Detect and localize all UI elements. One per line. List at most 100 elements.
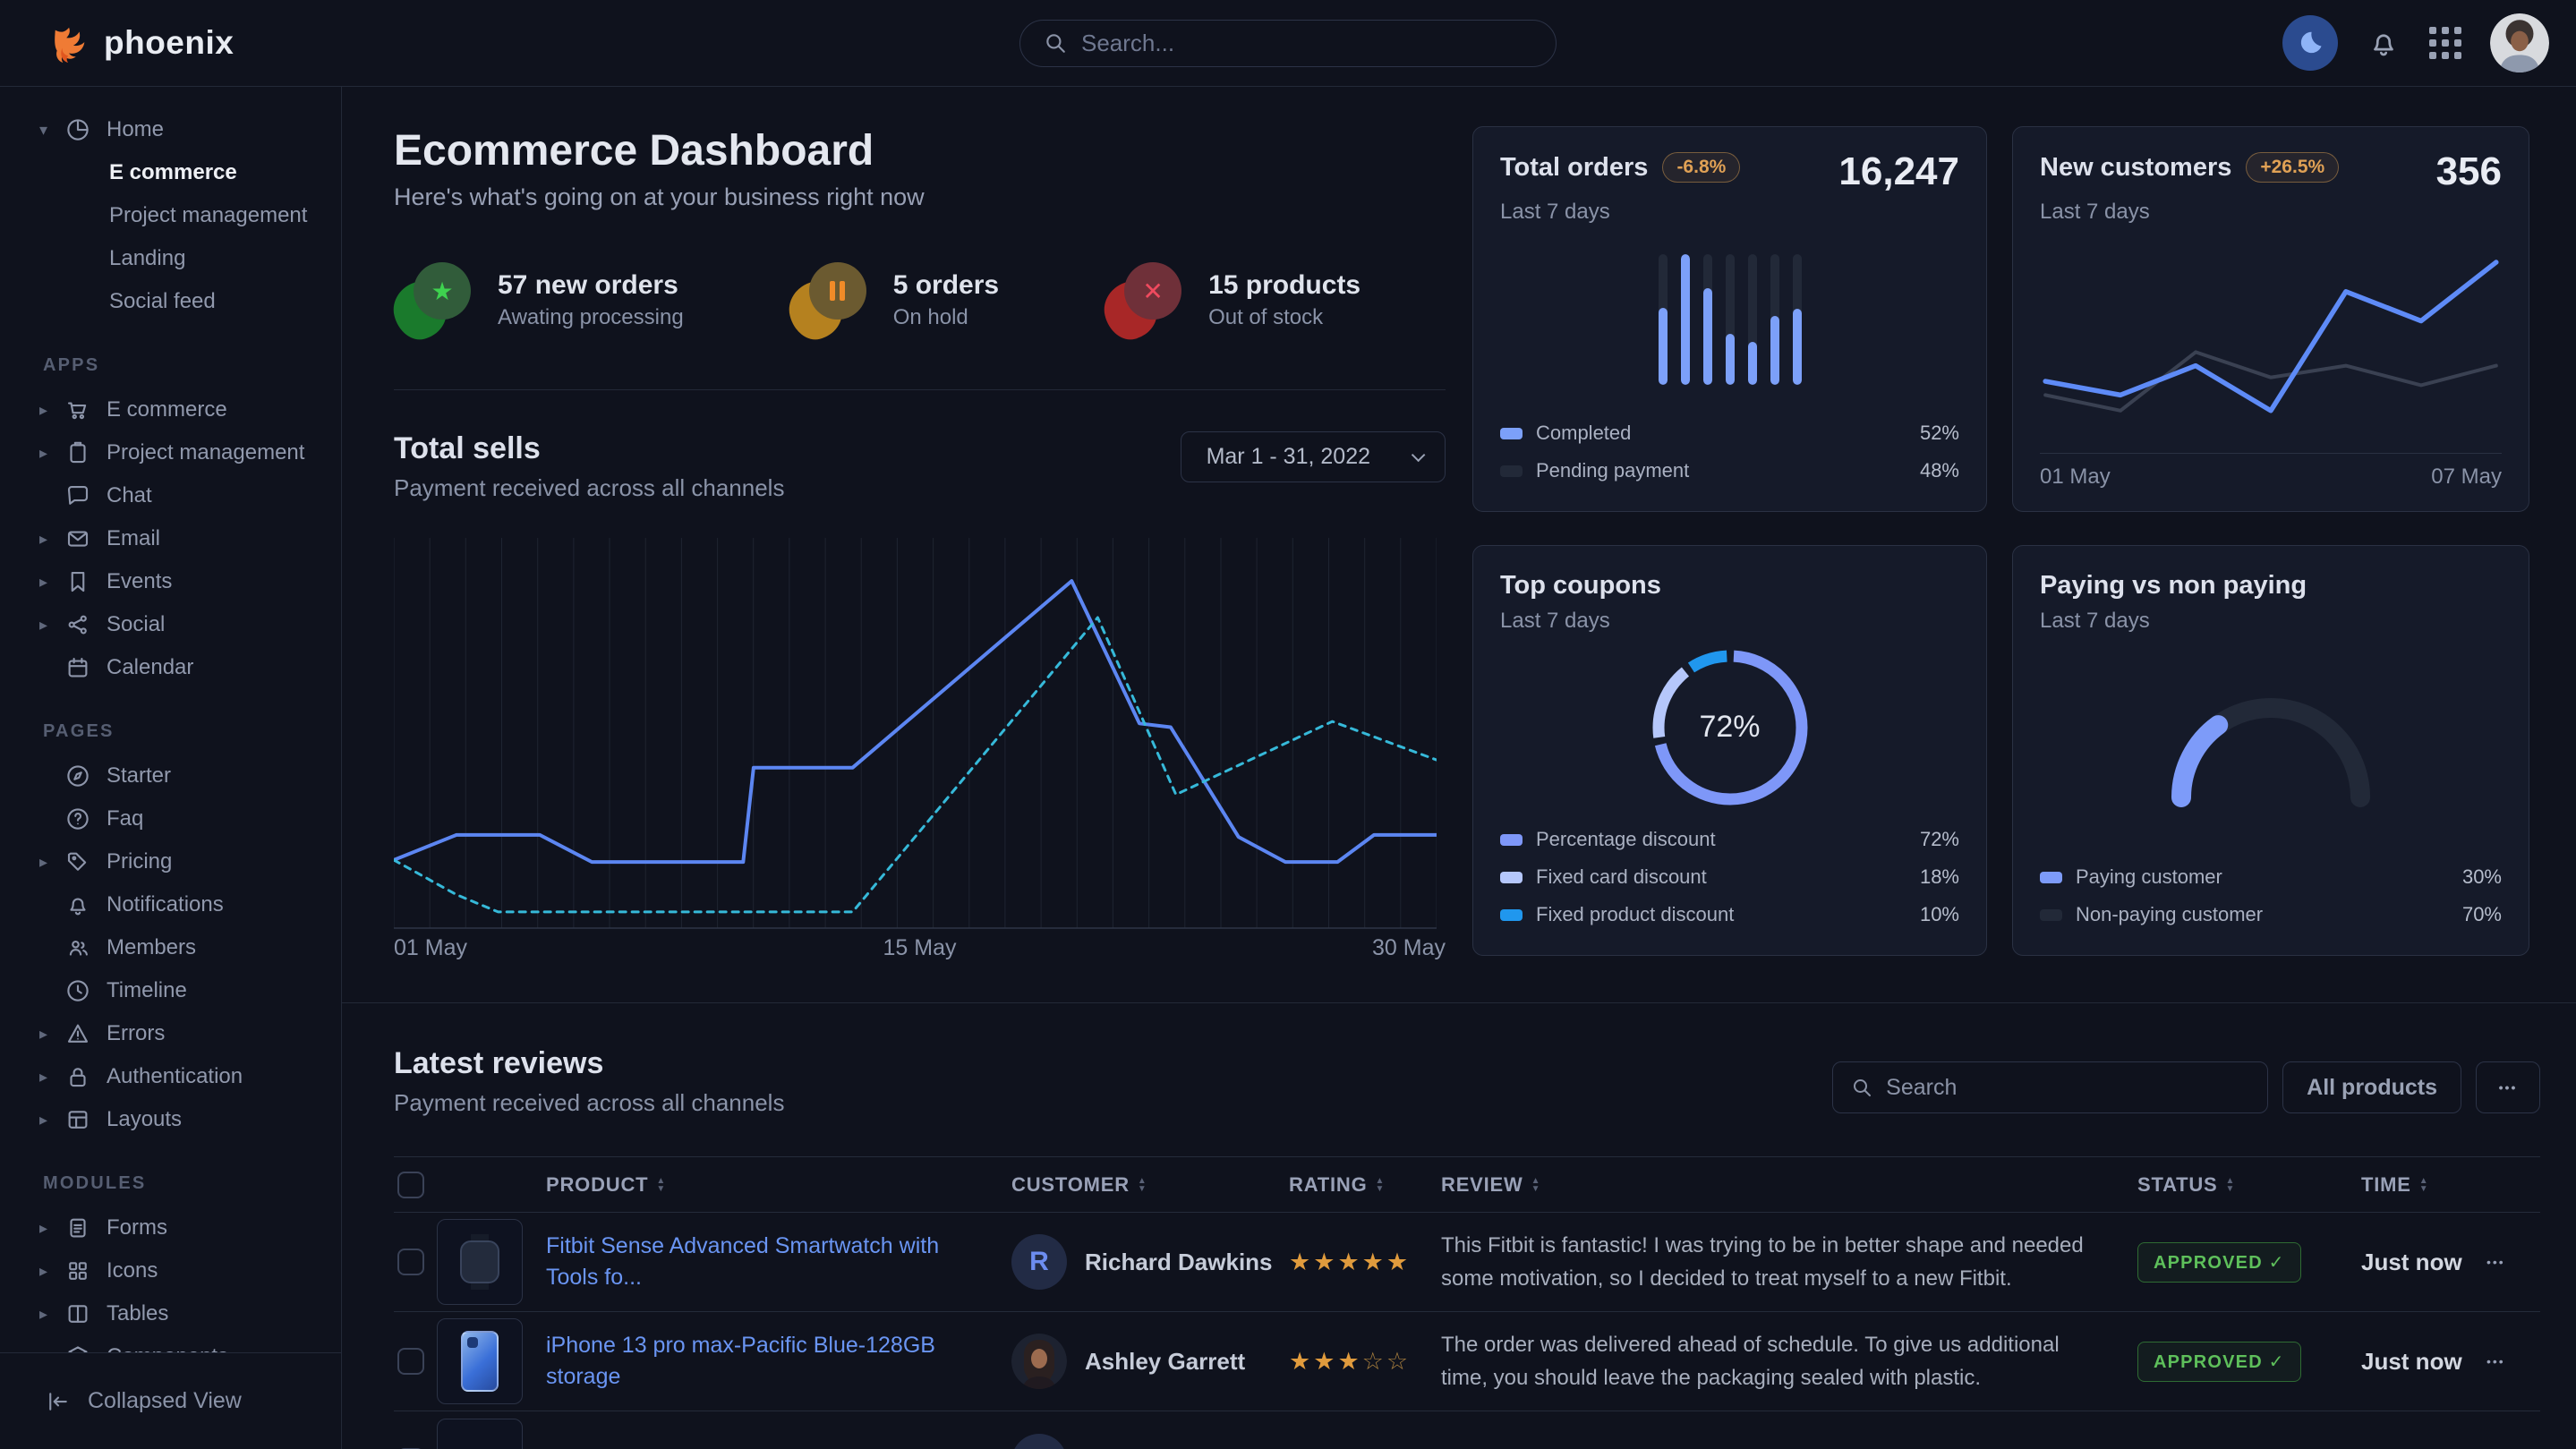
- sidebar-item-timeline[interactable]: Timeline: [0, 969, 341, 1012]
- sidebar-item-label: Icons: [107, 1258, 158, 1283]
- stat-subtitle: On hold: [893, 305, 999, 330]
- sidebar-item-label: E commerce: [107, 397, 227, 422]
- sidebar-item-pricing[interactable]: ▸ Pricing: [0, 840, 341, 883]
- product-thumbnail[interactable]: [437, 1318, 523, 1404]
- product-link[interactable]: Fitbit Sense Advanced Smartwatch with To…: [546, 1231, 1011, 1293]
- sidebar-item-landing[interactable]: Landing: [0, 237, 341, 280]
- grid4-icon: [64, 1257, 91, 1284]
- warning-icon: [64, 1020, 91, 1047]
- sidebar-item-e-commerce[interactable]: E commerce: [0, 151, 341, 194]
- sort-icon[interactable]: ▲▼: [656, 1177, 666, 1193]
- caret-right-icon: ▸: [39, 530, 64, 549]
- sidebar: ▾ HomeE commerceProject managementLandin…: [0, 87, 342, 1449]
- status-badge: APPROVED ✓: [2137, 1342, 2301, 1382]
- customer-cell[interactable]: RRichard Dawkins: [1011, 1234, 1289, 1290]
- brand[interactable]: phoenix: [50, 22, 234, 64]
- column-header-customer[interactable]: CUSTOMER▲▼: [1011, 1173, 1289, 1197]
- sidebar-item-authentication[interactable]: ▸ Authentication: [0, 1055, 341, 1098]
- sidebar-item-social-feed[interactable]: Social feed: [0, 280, 341, 323]
- total-sells-subtitle: Payment received across all channels: [394, 474, 784, 502]
- sidebar-item-calendar[interactable]: Calendar: [0, 646, 341, 689]
- rating-stars: ★★★★★: [1289, 1249, 1441, 1276]
- stat-title: 5 orders: [893, 270, 999, 301]
- hero-stat: ★ 57 new orders Awating processing: [394, 260, 684, 339]
- latest-reviews-title: Latest reviews: [394, 1046, 784, 1081]
- bar-track: [1793, 254, 1802, 385]
- sidebar-item-label: Starter: [107, 763, 171, 788]
- column-header-time[interactable]: TIME▲▼: [2361, 1173, 2486, 1197]
- navbar-search-input[interactable]: [1081, 30, 1532, 57]
- collapsed-view-toggle[interactable]: Collapsed View: [0, 1352, 341, 1449]
- sidebar-item-errors[interactable]: ▸ Errors: [0, 1012, 341, 1055]
- navbar-search[interactable]: [1019, 20, 1557, 67]
- apps-grid-button[interactable]: [2429, 27, 2461, 59]
- sidebar-item-label: Forms: [107, 1215, 167, 1240]
- sidebar-item-layouts[interactable]: ▸ Layouts: [0, 1098, 341, 1141]
- sidebar-nav: ▾ HomeE commerceProject managementLandin…: [0, 87, 341, 1352]
- more-options-button[interactable]: •••: [2476, 1061, 2540, 1113]
- row-checkbox[interactable]: [397, 1348, 424, 1375]
- date-range-select[interactable]: Mar 1 - 31, 2022: [1181, 431, 1446, 482]
- reviews-table: PRODUCT▲▼CUSTOMER▲▼RATING▲▼REVIEW▲▼STATU…: [394, 1156, 2540, 1449]
- new-customers-x-axis: 01 May07 May: [2040, 453, 2502, 490]
- sidebar-item-tables[interactable]: ▸ Tables: [0, 1292, 341, 1335]
- select-all-checkbox[interactable]: [397, 1172, 424, 1198]
- sidebar-item-e-commerce[interactable]: ▸ E commerce: [0, 388, 341, 431]
- latest-reviews-section: Latest reviews Payment received across a…: [342, 1003, 2576, 1449]
- sidebar-item-faq[interactable]: Faq: [0, 797, 341, 840]
- sidebar-item-members[interactable]: Members: [0, 926, 341, 969]
- product-link[interactable]: iPhone 13 pro max-Pacific Blue-128GB sto…: [546, 1330, 1011, 1393]
- table-row: iPhone 13 pro max-Pacific Blue-128GB sto…: [394, 1312, 2540, 1411]
- sidebar-item-label: Errors: [107, 1021, 165, 1046]
- row-actions-button[interactable]: •••: [2486, 1354, 2540, 1368]
- legend-swatch: [1500, 909, 1523, 921]
- sort-icon[interactable]: ▲▼: [1531, 1177, 1541, 1193]
- column-header-status[interactable]: STATUS▲▼: [2137, 1173, 2361, 1197]
- sort-icon[interactable]: ▲▼: [2419, 1177, 2429, 1193]
- customer-cell[interactable]: Ashley Garrett: [1011, 1334, 1289, 1389]
- sidebar-item-events[interactable]: ▸ Events: [0, 560, 341, 603]
- profile-avatar[interactable]: [2490, 13, 2549, 72]
- sidebar-item-forms[interactable]: ▸ Forms: [0, 1206, 341, 1249]
- table-body: Fitbit Sense Advanced Smartwatch with To…: [394, 1213, 2540, 1449]
- sidebar-item-label: Pricing: [107, 849, 172, 874]
- legend-value: 10%: [1920, 903, 1959, 926]
- sidebar-item-label: Email: [107, 526, 160, 551]
- sidebar-item-project-management[interactable]: ▸ Project management: [0, 431, 341, 474]
- dashboard-cards: Total orders -6.8% 16,247 Last 7 days Co…: [1472, 126, 2540, 961]
- sidebar-item-icons[interactable]: ▸ Icons: [0, 1249, 341, 1292]
- reviews-search[interactable]: [1832, 1061, 2268, 1113]
- sort-icon[interactable]: ▲▼: [1376, 1177, 1386, 1193]
- column-header-rating[interactable]: RATING▲▼: [1289, 1173, 1441, 1197]
- compass-icon: [64, 763, 91, 789]
- reviews-search-input[interactable]: [1886, 1075, 2249, 1101]
- product-thumbnail[interactable]: [437, 1219, 523, 1305]
- sidebar-item-chat[interactable]: Chat: [0, 474, 341, 517]
- product-thumbnail[interactable]: [437, 1419, 523, 1449]
- sidebar-item-social[interactable]: ▸ Social: [0, 603, 341, 646]
- sidebar-item-components[interactable]: ▸ Components: [0, 1335, 341, 1352]
- dark-mode-toggle[interactable]: [2282, 15, 2338, 71]
- sidebar-item-project-management[interactable]: Project management: [0, 194, 341, 237]
- sidebar-item-home[interactable]: ▾ Home: [0, 108, 341, 151]
- sort-icon[interactable]: ▲▼: [2226, 1177, 2236, 1193]
- all-products-button[interactable]: All products: [2282, 1061, 2461, 1113]
- sort-icon[interactable]: ▲▼: [1138, 1177, 1147, 1193]
- row-actions-button[interactable]: •••: [2486, 1255, 2540, 1269]
- legend-swatch: [1500, 872, 1523, 883]
- top-coupons-legend: Percentage discount 72% Fixed card disco…: [1500, 821, 1959, 933]
- caret-right-icon: ▸: [39, 616, 64, 635]
- column-header-product[interactable]: PRODUCT▲▼: [546, 1173, 1011, 1197]
- page-title: Ecommerce Dashboard: [394, 126, 1446, 176]
- legend-row: Percentage discount 72%: [1500, 821, 1959, 858]
- top-navbar: phoenix: [0, 0, 2576, 87]
- notifications-button[interactable]: [2367, 26, 2401, 60]
- new-customers-title: New customers: [2040, 153, 2231, 183]
- sidebar-item-starter[interactable]: Starter: [0, 754, 341, 797]
- sidebar-item-email[interactable]: ▸ Email: [0, 517, 341, 560]
- new-customers-line-chart: [2040, 225, 2502, 449]
- column-header-review[interactable]: REVIEW▲▼: [1441, 1173, 2137, 1197]
- search-icon: [1044, 31, 1067, 55]
- row-checkbox[interactable]: [397, 1249, 424, 1275]
- sidebar-item-notifications[interactable]: Notifications: [0, 883, 341, 926]
